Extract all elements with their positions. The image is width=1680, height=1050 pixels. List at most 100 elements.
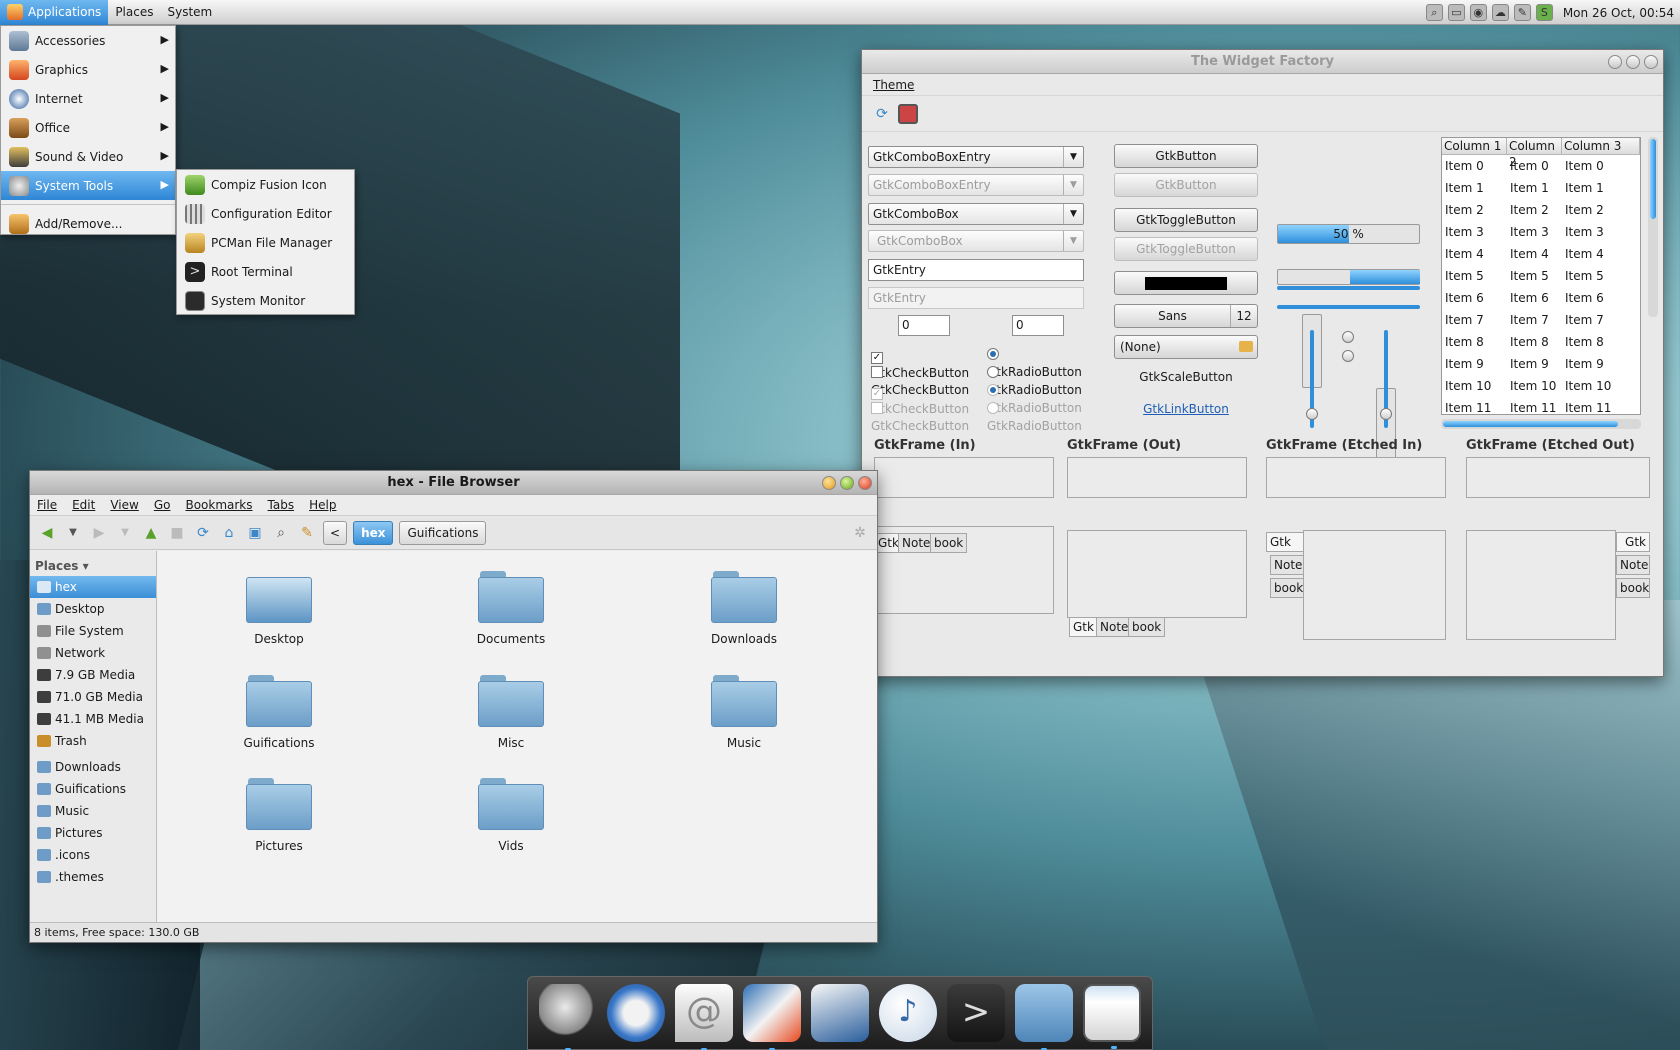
maximize-button[interactable] (1626, 55, 1640, 69)
column-header[interactable]: Column 3 (1562, 138, 1640, 154)
minimize-button[interactable] (822, 476, 836, 490)
titlebar[interactable]: hex - File Browser (30, 471, 877, 495)
system-menu[interactable]: System (160, 0, 219, 25)
breadcrumb-hex[interactable]: hex (353, 520, 394, 545)
network-icon[interactable]: ◉ (1469, 4, 1487, 21)
menu-edit[interactable]: Edit (72, 498, 95, 512)
menu-tabs[interactable]: Tabs (268, 498, 295, 512)
places-menu[interactable]: Places (108, 0, 160, 25)
notebook-tab[interactable]: Gtk (1069, 617, 1098, 637)
sidebar-item-hex[interactable]: hex (30, 576, 156, 598)
home-icon[interactable]: ⌂ (219, 523, 239, 543)
clock[interactable]: Mon 26 Oct, 00:54 (1563, 6, 1674, 20)
tree-row[interactable]: Item 7 Item 7 Item 7 (1442, 309, 1640, 331)
applications-menu[interactable]: Applications (0, 0, 109, 25)
text-entry[interactable]: GtkEntry (868, 259, 1084, 281)
file-item-pictures[interactable]: Pictures (219, 778, 339, 853)
edit-icon[interactable]: ✎ (297, 523, 317, 543)
menu-item-graphics[interactable]: Graphics ▶ (1, 55, 175, 84)
menu-item-office[interactable]: Office ▶ (1, 113, 175, 142)
terminal-icon[interactable]: > (947, 984, 1005, 1042)
window-icon[interactable] (1083, 984, 1141, 1049)
combobox[interactable]: GtkComboBox ▼ (868, 203, 1084, 225)
color-button[interactable] (1114, 271, 1258, 295)
notebook-tab[interactable]: book (930, 533, 968, 553)
minimize-button[interactable] (1608, 55, 1622, 69)
radio[interactable] (987, 348, 999, 360)
file-item-documents[interactable]: Documents (451, 571, 571, 646)
slider-knob[interactable] (1342, 331, 1354, 343)
sidebar-bookmark-themes[interactable]: .themes (30, 866, 156, 888)
scrollbar-thumb[interactable] (1443, 421, 1618, 427)
file-item-vids[interactable]: Vids (451, 778, 571, 853)
breadcrumb-back-button[interactable]: < (323, 520, 348, 545)
sidebar-item-media-2[interactable]: 71.0 GB Media (30, 686, 156, 708)
toggle-button[interactable]: GtkToggleButton (1114, 208, 1258, 232)
slider-knob[interactable] (1306, 408, 1318, 420)
menu-bookmarks[interactable]: Bookmarks (185, 498, 252, 512)
close-button[interactable] (858, 476, 872, 490)
chevron-down-icon[interactable]: ▼ (63, 523, 83, 543)
twitter-icon[interactable]: ♪ (879, 984, 937, 1042)
gtk-button[interactable]: GtkButton (1114, 144, 1258, 168)
sidebar-bookmark-icons[interactable]: .icons (30, 844, 156, 866)
sidebar-item-file-system[interactable]: File System (30, 620, 156, 642)
computer-icon[interactable]: ▣ (245, 523, 265, 543)
places-header[interactable]: Places ▾ (30, 556, 156, 576)
menu-theme[interactable]: Theme (873, 78, 914, 92)
menu-help[interactable]: Help (309, 498, 336, 512)
screenshot-icon[interactable]: ▭ (1447, 4, 1465, 21)
notebook-tab[interactable]: Note (898, 533, 935, 553)
scrollbar-thumb[interactable] (1650, 139, 1656, 219)
menu-item-compiz-fusion-icon[interactable]: Compiz Fusion Icon (177, 170, 354, 199)
search-icon[interactable]: ⌕ (271, 523, 291, 543)
sidebar-item-trash[interactable]: Trash (30, 730, 156, 752)
notebook-tab[interactable]: Note (1096, 617, 1133, 637)
tree-row[interactable]: Item 3 Item 3 Item 3 (1442, 221, 1640, 243)
sidebar-item-media-3[interactable]: 41.1 MB Media (30, 708, 156, 730)
column-header[interactable]: Column 2 (1507, 138, 1562, 169)
sidebar-item-network[interactable]: Network (30, 642, 156, 664)
tree-row[interactable]: Item 1 Item 1 Item 1 (1442, 177, 1640, 199)
menu-item-add-remove[interactable]: Add/Remove... (1, 209, 175, 238)
back-icon[interactable]: ◀ (37, 523, 57, 543)
chevron-down-icon[interactable]: ▼ (1063, 147, 1083, 167)
menu-item-internet[interactable]: Internet ▶ (1, 84, 175, 113)
slider-knob[interactable] (1380, 408, 1392, 420)
menu-item-root-terminal[interactable]: > Root Terminal (177, 257, 354, 286)
menu-file[interactable]: File (37, 498, 57, 512)
sidebar-item-media-1[interactable]: 7.9 GB Media (30, 664, 156, 686)
weather-icon[interactable]: ☁ (1491, 4, 1509, 21)
tree-view[interactable]: Column 1 Column 2 Column 3 Item 0 Item 0I… (1441, 137, 1641, 415)
pen-icon[interactable]: ✎ (1513, 4, 1531, 21)
menu-go[interactable]: Go (154, 498, 171, 512)
maximize-button[interactable] (840, 476, 854, 490)
menu-item-system-monitor[interactable]: System Monitor (177, 286, 354, 315)
spin-button-2[interactable]: 0 (1012, 315, 1064, 336)
breadcrumb-guifications[interactable]: Guifications (399, 520, 487, 545)
menu-item-configuration-editor[interactable]: Configuration Editor (177, 199, 354, 228)
file-item-downloads[interactable]: Downloads (684, 571, 804, 646)
tree-row[interactable]: Item 6 Item 6 Item 6 (1442, 287, 1640, 309)
notebook-tab[interactable]: book (1128, 617, 1166, 637)
scale-button[interactable]: GtkScaleButton (1114, 370, 1258, 384)
tree-row[interactable]: Item 8 Item 8 Item 8 (1442, 331, 1640, 353)
save-icon[interactable] (898, 103, 918, 124)
titlebar[interactable]: The Widget Factory (862, 50, 1663, 74)
up-icon[interactable]: ▲ (141, 523, 161, 543)
tree-row[interactable]: Item 4 Item 4 Item 4 (1442, 243, 1640, 265)
slider-knob[interactable] (1342, 350, 1354, 362)
file-item-desktop[interactable]: Desktop (219, 571, 339, 646)
sidebar-bookmark-music[interactable]: Music (30, 800, 156, 822)
notebook-tab[interactable]: book (1270, 578, 1304, 598)
checkbox[interactable] (871, 366, 883, 378)
sidebar-bookmark-downloads[interactable]: Downloads (30, 756, 156, 778)
file-item-misc[interactable]: Misc (451, 675, 571, 750)
menu-item-pcman-file-manager[interactable]: PCMan File Manager (177, 228, 354, 257)
close-button[interactable] (1644, 55, 1658, 69)
file-item-guifications[interactable]: Guifications (219, 675, 339, 750)
menu-item-accessories[interactable]: Accessories ▶ (1, 26, 175, 55)
notebook-tab[interactable]: Gtk (1266, 532, 1304, 552)
tree-row[interactable]: Item 0 Item 0 Item 0 (1442, 155, 1640, 177)
tree-row[interactable]: Item 10 Item 10 Item 10 (1442, 375, 1640, 397)
